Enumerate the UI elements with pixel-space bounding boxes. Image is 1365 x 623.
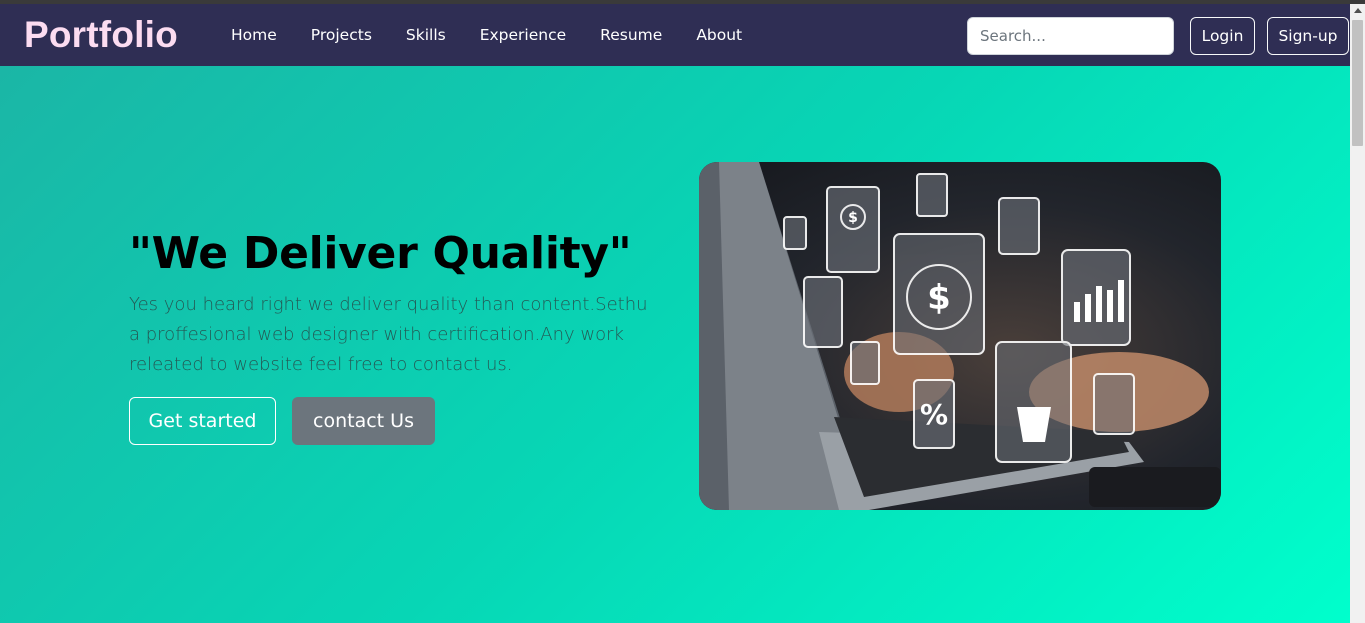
house-icon bbox=[783, 216, 807, 250]
piggy-bank-icon bbox=[803, 276, 843, 348]
hero-image-laptop-finance: $ $ % bbox=[699, 162, 1221, 510]
nav-links: Home Projects Skills Experience Resume A… bbox=[214, 4, 759, 66]
login-button[interactable]: Login bbox=[1190, 17, 1255, 55]
page-scrollbar[interactable] bbox=[1350, 4, 1365, 623]
search-input[interactable] bbox=[967, 17, 1174, 55]
navbar: Portfolio Home Projects Skills Experienc… bbox=[0, 4, 1350, 66]
svg-text:$: $ bbox=[927, 278, 951, 318]
nav-link-projects[interactable]: Projects bbox=[294, 26, 389, 44]
nav-link-experience[interactable]: Experience bbox=[463, 26, 583, 44]
svg-text:$: $ bbox=[848, 210, 858, 226]
nav-link-about[interactable]: About bbox=[679, 26, 759, 44]
scroll-thumb[interactable] bbox=[1352, 20, 1363, 146]
get-started-button[interactable]: Get started bbox=[129, 397, 276, 445]
laptop-finance-illustration: $ $ % bbox=[699, 162, 1221, 510]
signup-button[interactable]: Sign-up bbox=[1267, 17, 1349, 55]
hero-description: Yes you heard right we deliver quality t… bbox=[129, 294, 648, 375]
hero-title: "We Deliver Quality" bbox=[129, 228, 632, 279]
svg-text:%: % bbox=[920, 398, 948, 431]
nav-link-skills[interactable]: Skills bbox=[389, 26, 463, 44]
nav-link-resume[interactable]: Resume bbox=[583, 26, 679, 44]
magnifier-chart-icon bbox=[1093, 373, 1135, 435]
hero-section: "We Deliver Quality" Yes you heard right… bbox=[0, 66, 1350, 623]
calculator-icon bbox=[850, 341, 880, 385]
brand-logo[interactable]: Portfolio bbox=[24, 14, 178, 56]
gold-bars-icon bbox=[998, 197, 1040, 255]
plant-growth-icon bbox=[995, 341, 1072, 463]
phone bbox=[1089, 467, 1221, 507]
bank-icon bbox=[916, 173, 948, 217]
scroll-up-arrow-icon[interactable] bbox=[1354, 8, 1362, 13]
nav-link-home[interactable]: Home bbox=[214, 26, 294, 44]
contact-us-button[interactable]: contact Us bbox=[292, 397, 435, 445]
